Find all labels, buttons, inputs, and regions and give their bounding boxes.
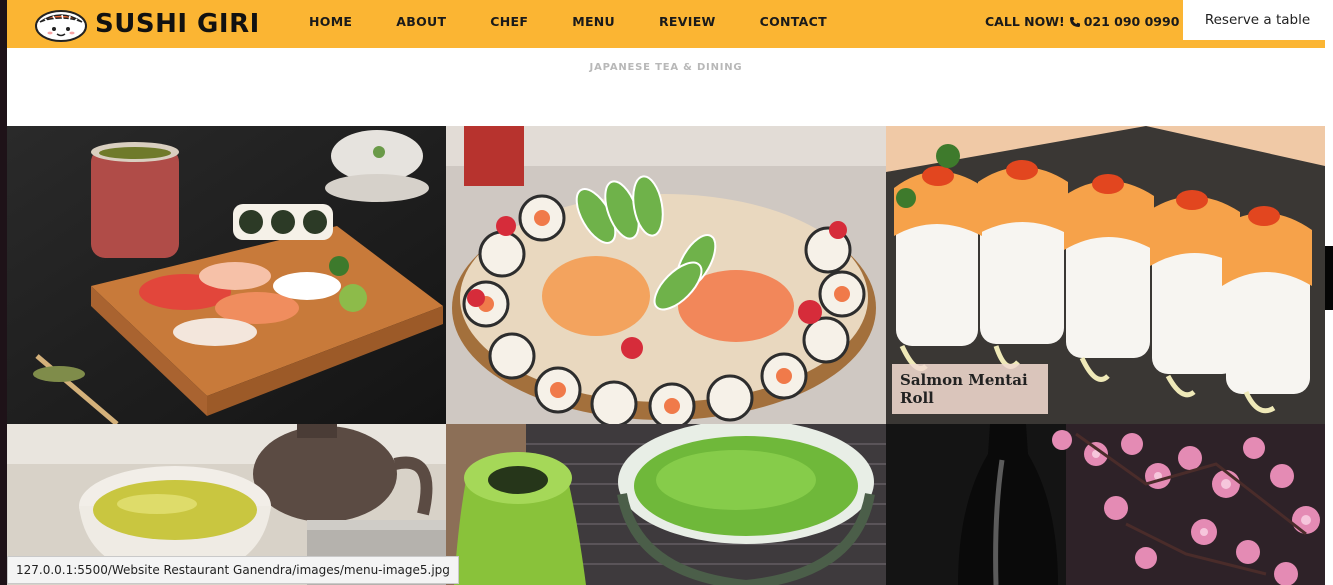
tagline: JAPANESE TEA & DINING bbox=[589, 62, 743, 73]
menu-image-sake[interactable] bbox=[886, 424, 1325, 585]
menu-gallery: Salmon Mentai Roll bbox=[7, 126, 1325, 585]
brand-name: SUSHI GIRI bbox=[95, 9, 260, 39]
brand[interactable]: SUSHI GIRI bbox=[33, 4, 260, 44]
menu-image-salmon-mentai[interactable]: Salmon Mentai Roll bbox=[886, 126, 1325, 424]
main-nav: HOME ABOUT CHEF MENU REVIEW CONTACT bbox=[309, 14, 871, 29]
nav-chef[interactable]: CHEF bbox=[490, 14, 528, 29]
menu-image-matcha[interactable] bbox=[446, 424, 886, 585]
menu-image-sushi-board[interactable] bbox=[7, 126, 446, 424]
nav-contact[interactable]: CONTACT bbox=[760, 14, 827, 29]
scroll-handle[interactable] bbox=[1325, 246, 1333, 310]
sushi-logo-icon bbox=[35, 10, 87, 42]
reserve-table-button[interactable]: Reserve a table bbox=[1183, 0, 1332, 40]
link-preview-statusbar: 127.0.0.1:5500/Website Restaurant Ganend… bbox=[7, 556, 459, 584]
nav-home[interactable]: HOME bbox=[309, 14, 352, 29]
nav-review[interactable]: REVIEW bbox=[659, 14, 716, 29]
site-header: SUSHI GIRI HOME ABOUT CHEF MENU REVIEW C… bbox=[7, 0, 1332, 48]
call-now[interactable]: CALL NOW! 021 090 0990 bbox=[985, 14, 1179, 29]
nav-about[interactable]: ABOUT bbox=[396, 14, 446, 29]
phone-icon bbox=[1069, 16, 1080, 27]
phone-number: 021 090 0990 bbox=[1083, 14, 1180, 29]
menu-image-sushi-platter[interactable] bbox=[446, 126, 886, 424]
image-caption: Salmon Mentai Roll bbox=[892, 364, 1048, 414]
nav-menu[interactable]: MENU bbox=[572, 14, 615, 29]
window-edge bbox=[0, 0, 7, 585]
call-label: CALL NOW! bbox=[985, 14, 1065, 29]
